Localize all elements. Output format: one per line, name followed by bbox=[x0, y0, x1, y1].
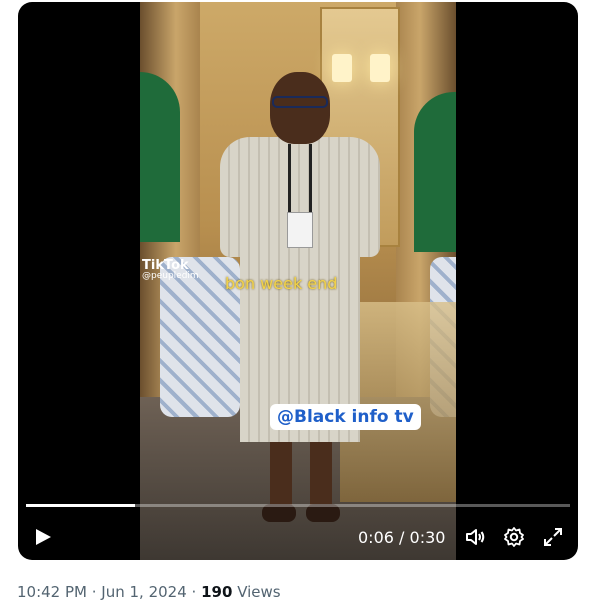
flag-left bbox=[140, 72, 180, 242]
play-icon[interactable] bbox=[34, 528, 52, 546]
views-count: 190 bbox=[201, 583, 233, 601]
progress-fill bbox=[26, 504, 135, 507]
video-frame[interactable]: TikTok @peupledim bon week end @Black in… bbox=[140, 2, 456, 560]
channel-watermark: @Black info tv bbox=[270, 404, 421, 430]
current-time: 0:06 bbox=[358, 528, 394, 547]
fullscreen-icon[interactable] bbox=[542, 526, 564, 548]
meta-dot: · bbox=[191, 583, 197, 601]
volume-icon[interactable] bbox=[464, 526, 486, 548]
video-caption: bon week end bbox=[225, 274, 338, 293]
tiktok-handle: @peupledim bbox=[142, 271, 199, 281]
post-timestamp[interactable]: 10:42 PM · Jun 1, 2024 bbox=[17, 583, 187, 601]
time-display: 0:06 / 0:30 bbox=[358, 528, 445, 547]
flag-right bbox=[414, 92, 456, 252]
gear-icon[interactable] bbox=[503, 526, 525, 548]
leg-left bbox=[270, 442, 292, 512]
tiktok-watermark: TikTok @peupledim bbox=[142, 258, 199, 282]
standing-person bbox=[200, 72, 400, 542]
glasses bbox=[272, 96, 328, 108]
leg-right bbox=[310, 442, 332, 512]
head bbox=[270, 72, 330, 144]
video-player[interactable]: TikTok @peupledim bon week end @Black in… bbox=[18, 2, 578, 560]
duration: 0:30 bbox=[409, 528, 446, 547]
player-controls: 0:06 / 0:30 bbox=[18, 514, 578, 556]
tiktok-brand: TikTok bbox=[142, 258, 189, 273]
progress-bar[interactable] bbox=[26, 504, 570, 507]
views-label: Views bbox=[237, 583, 281, 601]
time-separator: / bbox=[399, 528, 405, 547]
post-meta: 10:42 PM · Jun 1, 2024 · 190 Views bbox=[17, 583, 281, 601]
id-badge bbox=[287, 212, 313, 248]
